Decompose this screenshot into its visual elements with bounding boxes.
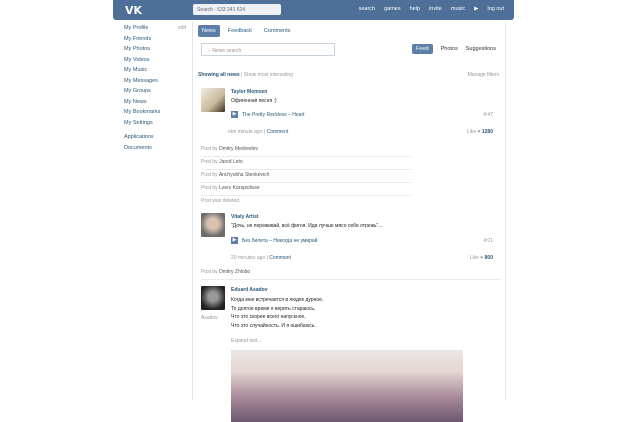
like-count: 1280	[481, 129, 493, 135]
sidebar-item-groups[interactable]: My Groups	[124, 88, 186, 99]
like-button[interactable]: Like ♥ 1280	[467, 129, 493, 135]
track-title: The Pretty Reckless – Heart	[242, 111, 305, 118]
comment-link[interactable]: Comment	[267, 129, 289, 135]
play-icon[interactable]: ▶	[231, 111, 238, 118]
like-count: 800	[484, 255, 493, 261]
post-text: Когда мне встречается в людях дурное, То …	[231, 297, 324, 329]
sidebar: My Profile edit My Friends My Photos My V…	[124, 25, 186, 155]
collapsed-post[interactable]: Post by Dmitry Medvedev	[201, 146, 411, 157]
nav-logout[interactable]: log out	[487, 6, 504, 12]
collapsed-post[interactable]: Post by Lavrs Karapsilisse	[201, 185, 411, 196]
filter-feed[interactable]: Feed	[412, 44, 433, 54]
track-duration: 4:01	[483, 238, 493, 244]
sidebar-item-messages[interactable]: My Messages	[124, 78, 186, 89]
post-text: "Дочь, не переживай, всё фигня. Иди лучш…	[231, 223, 383, 229]
post-side-label: Asadov	[201, 315, 218, 321]
sidebar-item-applications[interactable]: Applications	[124, 134, 186, 145]
post-meta: 20 minutes ago | Comment	[231, 255, 291, 261]
post-time: 20 minutes ago	[231, 255, 266, 261]
edit-link[interactable]: edit	[178, 25, 186, 31]
sidebar-item-videos[interactable]: My Videos	[124, 57, 186, 68]
filter-suggestions[interactable]: Suggestions	[466, 46, 496, 52]
feed-filters: Feed Photos Suggestions	[412, 44, 496, 54]
top-bar: VK Search · 633 241 624 search games hel…	[113, 0, 514, 20]
sidebar-item-settings[interactable]: My Settings	[124, 120, 186, 131]
deleted-post: Post was deleted.	[201, 198, 241, 204]
label: My Profile	[124, 25, 149, 31]
filter-photos[interactable]: Photos	[441, 46, 458, 52]
post-meta: one minute ago | Comment	[228, 129, 289, 135]
collapsed-post[interactable]: Post by Dmitry Zhlobo	[201, 269, 501, 280]
like-label: Like	[469, 255, 479, 261]
collapsed-post[interactable]: Post by Anchyukha Stenkevich	[201, 172, 411, 183]
expand-text-link[interactable]: Expand text...	[231, 338, 262, 344]
tab-feedback[interactable]: Feedback	[224, 25, 256, 37]
post-text: Офигенная песня :)	[231, 98, 277, 104]
like-button[interactable]: Like ♥ 800	[470, 255, 493, 261]
post-image[interactable]	[231, 350, 463, 422]
post-author[interactable]: Eduard Asadov	[231, 287, 268, 293]
avatar[interactable]	[201, 286, 225, 310]
nav-help[interactable]: help	[410, 6, 420, 12]
play-icon[interactable]: ▶	[231, 237, 238, 244]
sidebar-item-music[interactable]: My Music	[124, 67, 186, 78]
like-label: Like	[466, 129, 477, 135]
tabs: News Feedback Comments	[198, 25, 295, 37]
tab-news[interactable]: News	[198, 25, 220, 37]
audio-track[interactable]: ▶ Без билета – Никогда не умирай	[231, 237, 317, 244]
search-input[interactable]: Search · 633 241 624	[193, 4, 281, 15]
vk-logo[interactable]: VK	[125, 4, 142, 17]
tab-comments[interactable]: Comments	[260, 25, 295, 37]
news-search-input[interactable]: ○ News search	[201, 43, 335, 56]
post-author[interactable]: Taylor Momsen	[231, 89, 267, 95]
nav-music[interactable]: music	[451, 6, 465, 12]
news-feed: News Feedback Comments ○ News search Fee…	[192, 22, 506, 422]
post-author[interactable]: Vitaly Artist	[231, 214, 259, 220]
comment-link[interactable]: Comment	[269, 255, 291, 261]
avatar[interactable]	[201, 88, 225, 112]
nav-games[interactable]: games	[384, 6, 401, 12]
post-time: one minute ago	[228, 129, 263, 135]
sidebar-item-documents[interactable]: Documents	[124, 145, 186, 156]
top-nav: search games help invite music ▶ log out	[359, 6, 504, 12]
showing-bar: Showing all news | Show most interesting	[198, 72, 293, 78]
showing-all[interactable]: Showing all news	[198, 72, 240, 78]
sidebar-item-photos[interactable]: My Photos	[124, 46, 186, 57]
sidebar-item-friends[interactable]: My Friends	[124, 36, 186, 47]
placeholder: News search	[212, 48, 242, 54]
sidebar-item-profile[interactable]: My Profile edit	[124, 25, 186, 36]
sidebar-item-news[interactable]: My News	[124, 99, 186, 110]
show-interesting[interactable]: Show most interesting	[244, 72, 293, 78]
track-duration: 4:47	[483, 112, 493, 118]
nav-invite[interactable]: invite	[429, 6, 442, 12]
play-icon[interactable]: ▶	[474, 6, 478, 12]
audio-track[interactable]: ▶ The Pretty Reckless – Heart	[231, 111, 305, 118]
collapsed-post[interactable]: Post by Jared Leto	[201, 159, 411, 170]
nav-search[interactable]: search	[359, 6, 376, 12]
manage-filters[interactable]: Manage filters	[468, 72, 499, 78]
sidebar-item-bookmarks[interactable]: My Bookmarks	[124, 109, 186, 120]
avatar[interactable]	[201, 213, 225, 237]
track-title: Без билета – Никогда не умирай	[242, 237, 318, 244]
